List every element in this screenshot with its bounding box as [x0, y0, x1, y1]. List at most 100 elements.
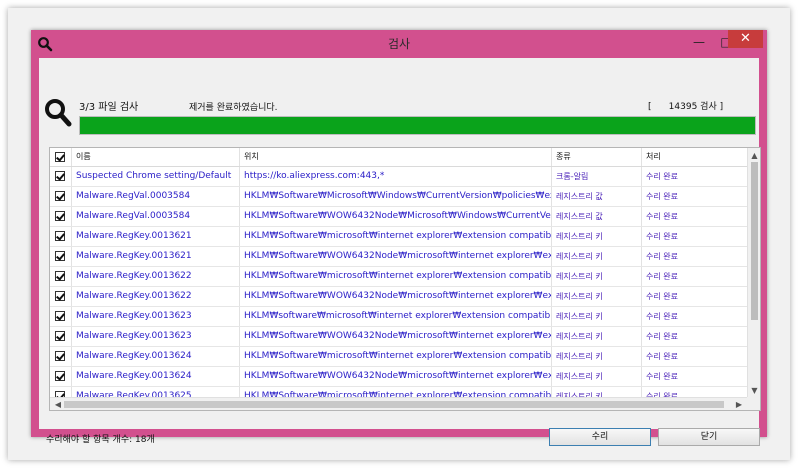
row-check-cell: [50, 347, 72, 366]
row-location: HKLM₩Software₩WOW6432Node₩microsoft₩inte…: [240, 367, 552, 386]
horizontal-scroll-thumb[interactable]: [64, 401, 724, 408]
row-action: 수리 완료: [646, 332, 678, 341]
table-row[interactable]: Malware.RegKey.0013623 HKLM₩software₩micr…: [50, 307, 747, 327]
row-location: HKLM₩Software₩microsoft₩internet explore…: [240, 347, 552, 366]
row-check-cell: [50, 187, 72, 206]
close-window-button[interactable]: ✕: [728, 30, 763, 48]
search-icon: [45, 99, 72, 127]
row-check-cell: [50, 307, 72, 326]
row-location: HKLM₩Software₩WOW6432Node₩microsoft₩inte…: [240, 247, 552, 266]
row-name: Malware.RegKey.0013623: [72, 307, 240, 326]
row-location: HKLM₩Software₩WOW6432Node₩Microsoft₩Wind…: [240, 207, 552, 226]
column-header-name[interactable]: 이름: [72, 148, 240, 166]
chevron-up-icon[interactable]: ▲: [748, 150, 760, 162]
row-action: 수리 완료: [646, 372, 678, 381]
row-checkbox[interactable]: [55, 311, 65, 321]
row-action: 수리 완료: [646, 172, 678, 181]
chevron-down-icon[interactable]: ▼: [748, 385, 760, 397]
table-row[interactable]: Suspected Chrome setting/Default https://…: [50, 167, 747, 187]
scan-progress-bar: [79, 116, 756, 135]
row-type: 크롬-알림: [552, 167, 642, 186]
minimize-button[interactable]: —: [686, 32, 712, 52]
row-checkbox[interactable]: [55, 271, 65, 281]
row-type: 레지스트리 키: [552, 267, 642, 286]
row-action: 수리 완료: [646, 272, 678, 281]
table-header: 이름 위치 종류 처리: [50, 148, 747, 167]
row-name: Malware.RegKey.0013623: [72, 327, 240, 346]
row-checkbox[interactable]: [55, 251, 65, 261]
column-header-action[interactable]: 처리: [642, 148, 747, 166]
row-name: Malware.RegKey.0013624: [72, 347, 240, 366]
row-type: 레지스트리 키: [552, 247, 642, 266]
row-location: HKLM₩Software₩microsoft₩internet explore…: [240, 267, 552, 286]
row-check-cell: [50, 247, 72, 266]
row-name: Malware.RegVal.0003584: [72, 207, 240, 226]
row-checkbox[interactable]: [55, 211, 65, 221]
select-all-cell: [50, 148, 72, 166]
column-header-location[interactable]: 위치: [240, 148, 552, 166]
row-action: 수리 완료: [646, 192, 678, 201]
row-type: 레지스트리 키: [552, 367, 642, 386]
row-type: 레지스트리 값: [552, 187, 642, 206]
scan-window: 검사 — □ ✕ 3/3 파일 검사 제거를 완료하였습니다. [ 14395 …: [31, 30, 767, 446]
results-table: 이름 위치 종류 처리 Suspected Chrome setting/Def…: [49, 147, 761, 411]
row-name: Malware.RegKey.0013621: [72, 247, 240, 266]
window-title: 검사: [387, 37, 411, 51]
row-checkbox[interactable]: [55, 351, 65, 361]
table-row[interactable]: Malware.RegKey.0013621 HKLM₩Software₩micr…: [50, 227, 747, 247]
row-checkbox[interactable]: [55, 231, 65, 241]
row-location: HKLM₩Software₩WOW6432Node₩microsoft₩inte…: [240, 287, 552, 306]
row-check-cell: [50, 287, 72, 306]
row-action: 수리 완료: [646, 232, 678, 241]
row-location: HKLM₩Software₩Microsoft₩Windows₩CurrentV…: [240, 187, 552, 206]
chevron-right-icon[interactable]: ▶: [733, 398, 745, 410]
select-all-checkbox[interactable]: [55, 152, 65, 162]
progress-fill: [80, 117, 755, 134]
table-body: Suspected Chrome setting/Default https://…: [50, 167, 747, 410]
table-row[interactable]: Malware.RegKey.0013622 HKLM₩Software₩micr…: [50, 267, 747, 287]
row-check-cell: [50, 207, 72, 226]
row-type: 레지스트리 키: [552, 347, 642, 366]
table-row[interactable]: Malware.RegKey.0013622 HKLM₩Software₩WOW6…: [50, 287, 747, 307]
close-button[interactable]: 닫기: [658, 428, 760, 446]
column-header-type[interactable]: 종류: [552, 148, 642, 166]
scan-count: [ 14395 검사 ]: [648, 102, 724, 112]
row-action: 수리 완료: [646, 292, 678, 301]
row-check-cell: [50, 327, 72, 346]
repair-button[interactable]: 수리: [549, 428, 651, 446]
scan-status-message: 제거를 완료하였습니다.: [189, 103, 278, 113]
table-row[interactable]: Malware.RegVal.0003584 HKLM₩Software₩WOW6…: [50, 207, 747, 227]
table-row[interactable]: Malware.RegKey.0013623 HKLM₩Software₩WOW6…: [50, 327, 747, 347]
row-type: 레지스트리 키: [552, 307, 642, 326]
row-location: HKLM₩Software₩WOW6432Node₩microsoft₩inte…: [240, 327, 552, 346]
row-checkbox[interactable]: [55, 171, 65, 181]
row-checkbox[interactable]: [55, 371, 65, 381]
row-check-cell: [50, 167, 72, 186]
row-checkbox[interactable]: [55, 191, 65, 201]
row-action: 수리 완료: [646, 312, 678, 321]
row-action: 수리 완료: [646, 212, 678, 221]
vertical-scrollbar[interactable]: ▲ ▼: [747, 148, 760, 397]
row-checkbox[interactable]: [55, 291, 65, 301]
row-action: 수리 완료: [646, 252, 678, 261]
row-type: 레지스트리 키: [552, 287, 642, 306]
row-name: Malware.RegKey.0013622: [72, 267, 240, 286]
row-action: 수리 완료: [646, 352, 678, 361]
row-check-cell: [50, 227, 72, 246]
table-row[interactable]: Malware.RegKey.0013621 HKLM₩Software₩WOW6…: [50, 247, 747, 267]
row-name: Suspected Chrome setting/Default: [72, 167, 240, 186]
vertical-scroll-thumb[interactable]: [751, 162, 758, 320]
title-bar[interactable]: 검사 — □ ✕: [31, 30, 767, 58]
table-row[interactable]: Malware.RegVal.0003584 HKLM₩Software₩Micr…: [50, 187, 747, 207]
table-row[interactable]: Malware.RegKey.0013624 HKLM₩Software₩micr…: [50, 347, 747, 367]
chevron-left-icon[interactable]: ◀: [52, 398, 64, 410]
scrollbar-corner: [747, 397, 760, 410]
row-check-cell: [50, 267, 72, 286]
horizontal-scrollbar[interactable]: ◀ ▶: [50, 397, 747, 410]
scan-stage-label: 3/3 파일 검사: [79, 102, 139, 113]
row-name: Malware.RegKey.0013621: [72, 227, 240, 246]
row-checkbox[interactable]: [55, 331, 65, 341]
row-name: Malware.RegKey.0013622: [72, 287, 240, 306]
row-name: Malware.RegKey.0013624: [72, 367, 240, 386]
table-row[interactable]: Malware.RegKey.0013624 HKLM₩Software₩WOW6…: [50, 367, 747, 387]
